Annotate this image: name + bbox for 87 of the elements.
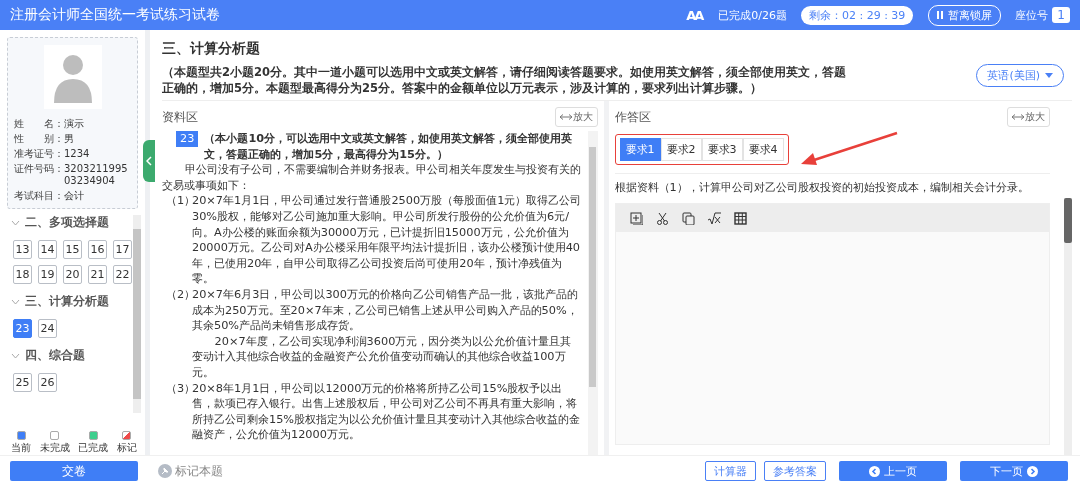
panel-title: 作答区	[614, 108, 651, 126]
section-header[interactable]: 三、计算分析题	[11, 294, 133, 309]
field-value: 演示	[64, 118, 84, 130]
question-number[interactable]: 16	[88, 240, 107, 259]
chevron-right-icon	[1027, 465, 1038, 477]
question-number[interactable]: 25	[13, 373, 32, 392]
footer-button[interactable]: 下一页	[960, 461, 1068, 481]
field-value: 男	[64, 133, 74, 145]
section-header[interactable]: 四、综合题	[11, 348, 133, 363]
requirement-prompt: 根据资料（1），计算甲公司对乙公司股权投资的初始投资成本，编制相关会计分录。	[614, 173, 1050, 203]
cut-icon[interactable]	[655, 211, 669, 225]
question-number[interactable]: 14	[38, 240, 57, 259]
question-number[interactable]: 17	[113, 240, 132, 259]
legend-label: 已完成	[78, 442, 109, 455]
question-number[interactable]: 20	[63, 265, 82, 284]
submit-button[interactable]: 交卷	[10, 461, 138, 481]
insert-icon[interactable]	[629, 211, 643, 225]
question-number[interactable]: 24	[38, 319, 57, 338]
question-number[interactable]: 19	[38, 265, 57, 284]
paragraph-text: 20×7年6月3日，甲公司以300万元的价格向乙公司销售产品一批，该批产品的成本为250万元。至20×7年末，乙公司已销售上述从甲公司购入产品的50%，其余50%产品尚未销售形成存货。	[192, 286, 579, 334]
mark-question-button[interactable]: 标记本题	[158, 463, 223, 479]
seat-number: 1	[1052, 7, 1070, 23]
footer-button[interactable]: 参考答案	[764, 461, 826, 481]
paragraph-text: 20×7年度，乙公司实现净利润3600万元，因分类为以公允价值计量且其变动计入其他综合收益的金融资产公允价值变动而确认的其他综合收益100万元。	[191, 333, 573, 381]
item-label: （1）	[165, 193, 192, 210]
lock-screen-button[interactable]: 暂离锁屏	[928, 4, 1002, 26]
table-icon[interactable]	[733, 211, 747, 225]
seat-label: 座位号	[1015, 7, 1049, 23]
scrollbar[interactable]	[587, 131, 598, 455]
paragraph-text: 甲公司没有子公司，不需要编制合并财务报表。甲公司相关年度发生与投资有关的交易或事项如下：	[162, 162, 582, 194]
language-dropdown[interactable]: 英语(美国)	[976, 64, 1064, 87]
question-number[interactable]: 18	[13, 265, 32, 284]
legend-label: 未完成	[39, 442, 70, 455]
pin-icon	[158, 464, 172, 478]
section-title: 三、计算分析题	[25, 294, 109, 309]
chevron-left-icon	[869, 465, 880, 477]
section-title: 四、综合题	[25, 348, 85, 363]
question-number[interactable]: 21	[88, 265, 107, 284]
legend-label: 标记	[116, 442, 137, 455]
double-arrow-icon	[559, 114, 572, 120]
legend-label: 当前	[11, 442, 32, 455]
requirement-tab[interactable]: 要求3	[701, 137, 743, 161]
caret-icon	[1045, 73, 1053, 78]
formula-icon[interactable]	[707, 211, 721, 225]
question-number-badge: 23	[176, 131, 199, 147]
question-number[interactable]: 22	[113, 265, 132, 284]
scrollbar[interactable]	[1064, 198, 1072, 455]
pause-icon	[937, 11, 944, 19]
field-label: 性 别：	[14, 133, 64, 145]
field-label: 准考证号：	[14, 148, 64, 160]
exam-title: 注册会计师全国统一考试练习试卷	[10, 6, 221, 24]
requirement-tab[interactable]: 要求4	[742, 137, 784, 161]
footer-button[interactable]: 计算器	[705, 461, 756, 481]
field-label: 考试科目：	[14, 190, 64, 202]
requirement-tab[interactable]: 要求2	[660, 137, 702, 161]
field-label: 证件号码：	[14, 163, 64, 176]
double-arrow-icon	[1012, 114, 1024, 120]
panel-title: 资料区	[162, 108, 198, 126]
paragraph-text: 向。A办公楼的账面余额为30000万元，已计提折旧15000万元，公允价值为20000万元。乙公司对A办公楼采用年限平均法计提折旧，该办公楼预计使用40年，已使用20年，自甲公司取得乙公司投资后尚可使用20年，预计净残值为零。	[191, 224, 582, 287]
font-size-button[interactable]: AA	[686, 7, 703, 23]
progress-text: 已完成0/26题	[718, 7, 787, 23]
field-value: 320321199503234904	[64, 163, 129, 187]
paragraph-text: 20×8年1月1日，甲公司以12000万元的价格将所持乙公司15%股权予以出售，款项已存入银行。出售上述股权后，甲公司对乙公司不再具有重大影响，将所持乙公司剩余15%股权指定为以公允价值计量且其变动计入其他综合收益的金融资产，公允价值为12000万元。	[192, 380, 582, 443]
question-number[interactable]: 15	[63, 240, 82, 259]
item-label: （2）	[165, 286, 192, 303]
question-number[interactable]: 26	[38, 373, 57, 392]
section-heading: 三、计算分析题	[162, 40, 261, 58]
scrollbar[interactable]	[133, 215, 141, 413]
section-title: 二、多项选择题	[25, 215, 109, 230]
question-note: （本小题10分，可以选用中文或英文解答，如使用英文解答，须全部使用英文，答题正确的，增加5分，最高得分为15分。）	[204, 131, 574, 163]
collapse-handle[interactable]	[143, 140, 155, 182]
copy-icon[interactable]	[681, 211, 695, 225]
chevron-left-icon	[146, 156, 152, 166]
expand-button[interactable]: 放大	[554, 107, 598, 127]
field-value: 会计	[64, 190, 84, 202]
field-value: 1234	[64, 148, 90, 160]
question-number[interactable]: 23	[13, 319, 32, 338]
field-label: 姓 名：	[14, 118, 64, 130]
instructions-text: （本题型共2小题20分。其中一道小题可以选用中文或英文解答，请仔细阅读答题要求。如使用英文解答，须全部使用英文，答题正确的，增加5分。本题型最高得分为25分。答案中的金额单位以万元表示，涉及计算的，要求列出计算步骤。）	[162, 64, 847, 96]
section-header[interactable]: 二、多项选择题	[11, 215, 133, 230]
item-label: （3）	[165, 380, 192, 397]
requirement-tab[interactable]: 要求1	[619, 137, 661, 161]
paragraph-text: 20×7年1月1日，甲公司通过发行普通股2500万股（每股面值1元）取得乙公司30%股权，能够对乙公司施加重大影响。甲公司所发行股份的公允价值为6元/	[192, 193, 582, 225]
countdown-timer: 剩余：02 : 29 : 39	[800, 5, 914, 25]
question-number[interactable]: 13	[13, 240, 32, 259]
expand-button[interactable]: 放大	[1007, 107, 1050, 127]
footer-button[interactable]: 上一页	[839, 461, 947, 481]
